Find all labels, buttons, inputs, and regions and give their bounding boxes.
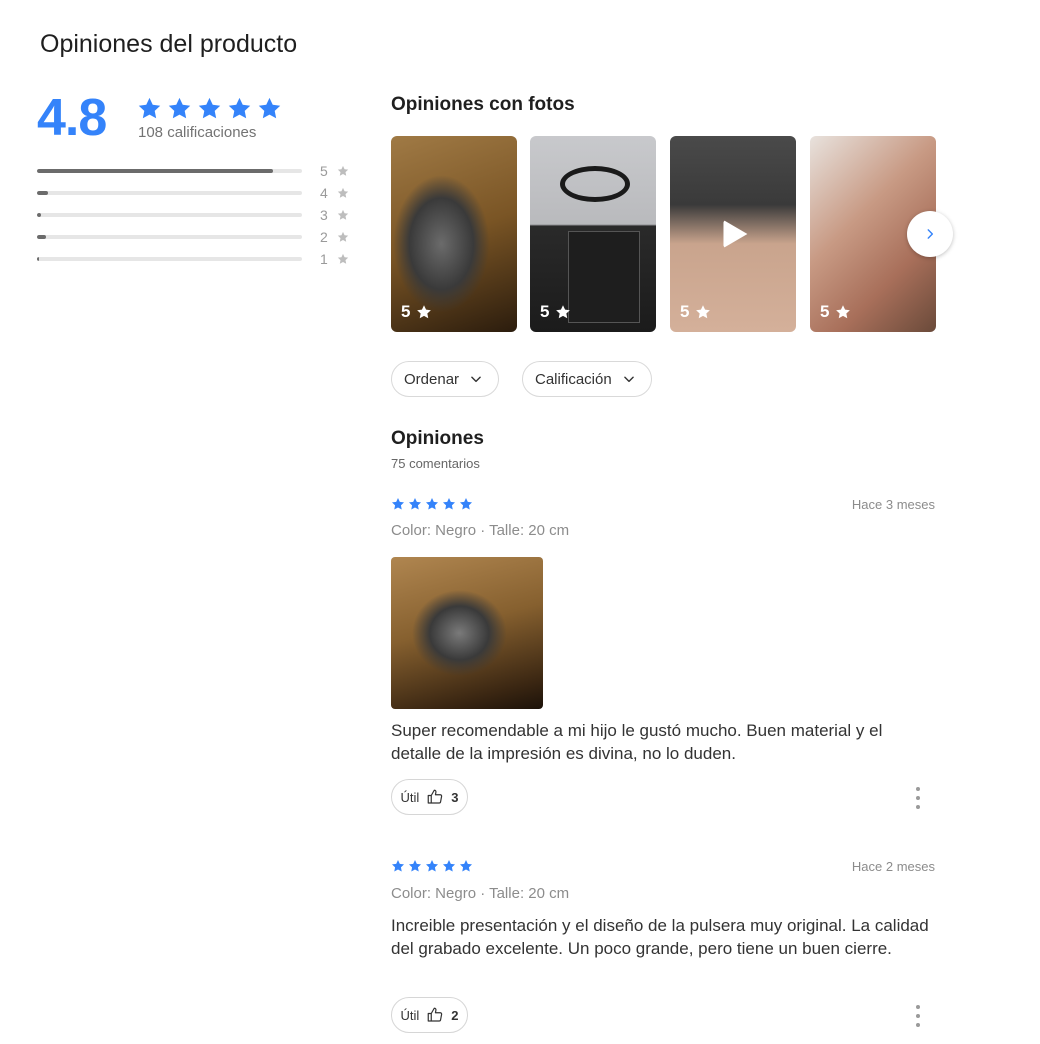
histogram-track: [37, 213, 302, 217]
review-photo[interactable]: [391, 557, 543, 709]
star-icon: [337, 209, 349, 220]
star-icon: [442, 498, 456, 510]
review-date: Hace 2 meses: [851, 859, 935, 874]
review-text: Super recomendable a mi hijo le gustó mu…: [391, 721, 883, 763]
histogram-track: [37, 235, 302, 239]
histogram-fill: [37, 169, 273, 173]
histogram-row-5: 5: [37, 163, 352, 179]
histogram-fill: [37, 191, 48, 195]
star-icon: [138, 97, 161, 119]
star-icon: [337, 165, 349, 176]
photo-rating: 5: [820, 302, 851, 322]
chevron-down-icon: [471, 376, 481, 383]
histogram-row-2: 2: [37, 229, 352, 245]
histogram-label: 3: [320, 207, 328, 223]
page-title: Opiniones del producto: [40, 30, 298, 58]
review-video-thumbnail[interactable]: 5: [670, 136, 796, 332]
histogram-row-4: 4: [37, 185, 352, 201]
more-vertical-icon: [916, 1023, 920, 1027]
reviews-count: 75 comentarios: [391, 456, 480, 471]
histogram-row-1: 1: [37, 251, 352, 267]
more-vertical-icon: [916, 796, 920, 800]
star-icon: [459, 860, 473, 872]
review-stars: [391, 497, 473, 511]
chevron-right-icon: [927, 229, 934, 239]
photo-reviews-title: Opiniones con fotos: [391, 94, 575, 115]
photo-rating: 5: [680, 302, 711, 322]
star-icon: [408, 860, 422, 872]
star-icon: [425, 860, 439, 872]
star-icon: [168, 97, 191, 119]
sort-dropdown[interactable]: Ordenar: [391, 361, 499, 397]
histogram-label: 2: [320, 229, 328, 245]
review-attributes: Color: Negro · Talle: 20 cm: [391, 885, 570, 902]
review-photo-thumbnail[interactable]: 5: [391, 136, 517, 332]
bracelet-shape: [560, 166, 630, 202]
histogram-fill: [37, 235, 47, 239]
thumbs-up-icon: [427, 1007, 443, 1022]
useful-label: Útil: [400, 1007, 420, 1023]
star-icon: [258, 97, 281, 119]
star-icon: [391, 498, 405, 510]
star-icon: [337, 187, 349, 198]
histogram-label: 1: [320, 251, 328, 267]
star-icon: [442, 860, 456, 872]
star-icon: [417, 305, 432, 319]
star-icon: [425, 498, 439, 510]
average-rating: 4.8: [37, 89, 107, 147]
histogram-fill: [37, 257, 40, 261]
ratings-count: 108 calificaciones: [138, 124, 257, 141]
photo-rating: 5: [401, 302, 432, 322]
histogram-fill: [37, 213, 41, 217]
photo-rating-value: 5: [540, 302, 550, 321]
average-stars: [137, 96, 282, 121]
rating-filter-label: Calificación: [535, 370, 612, 388]
review-stars: [391, 859, 473, 873]
review-text: Increible presentación y el diseño de la…: [391, 916, 929, 958]
more-vertical-icon: [916, 1005, 920, 1009]
star-icon: [556, 305, 571, 319]
histogram-label: 5: [320, 163, 328, 179]
histogram-track: [37, 257, 302, 261]
star-icon: [228, 97, 251, 119]
star-icon: [459, 498, 473, 510]
star-icon: [198, 97, 221, 119]
review-photo-thumbnail[interactable]: 5: [530, 136, 656, 332]
star-icon: [337, 231, 349, 242]
useful-button[interactable]: Útil 2: [391, 997, 468, 1033]
photo-rating: 5: [540, 302, 571, 322]
review-more-options[interactable]: [910, 787, 926, 809]
photo-rating-value: 5: [680, 302, 690, 321]
chevron-down-icon: [623, 376, 634, 383]
carousel-next-button[interactable]: [907, 211, 953, 257]
star-icon: [391, 860, 405, 872]
star-icon: [337, 253, 349, 264]
review-date: Hace 3 meses: [851, 497, 935, 512]
histogram-track: [37, 169, 302, 173]
play-icon: [723, 220, 748, 248]
useful-button[interactable]: Útil 3: [391, 779, 468, 815]
gift-card-shape: [568, 231, 640, 323]
useful-label: Útil: [400, 789, 420, 805]
star-icon: [836, 305, 851, 319]
histogram-track: [37, 191, 302, 195]
more-vertical-icon: [916, 805, 920, 809]
useful-count: 2: [451, 1007, 459, 1023]
thumbs-up-icon: [427, 789, 443, 804]
rating-filter-dropdown[interactable]: Calificación: [522, 361, 652, 397]
star-icon: [696, 305, 711, 319]
more-vertical-icon: [916, 1014, 920, 1018]
reviews-title: Opiniones: [391, 428, 484, 449]
sort-label: Ordenar: [404, 370, 460, 388]
photo-rating-value: 5: [820, 302, 830, 321]
star-icon: [408, 498, 422, 510]
histogram-label: 4: [320, 185, 328, 201]
photo-rating-value: 5: [401, 302, 411, 321]
more-vertical-icon: [916, 787, 920, 791]
review-more-options[interactable]: [910, 1005, 926, 1027]
histogram-row-3: 3: [37, 207, 352, 223]
useful-count: 3: [451, 789, 459, 805]
review-attributes: Color: Negro · Talle: 20 cm: [391, 522, 570, 539]
